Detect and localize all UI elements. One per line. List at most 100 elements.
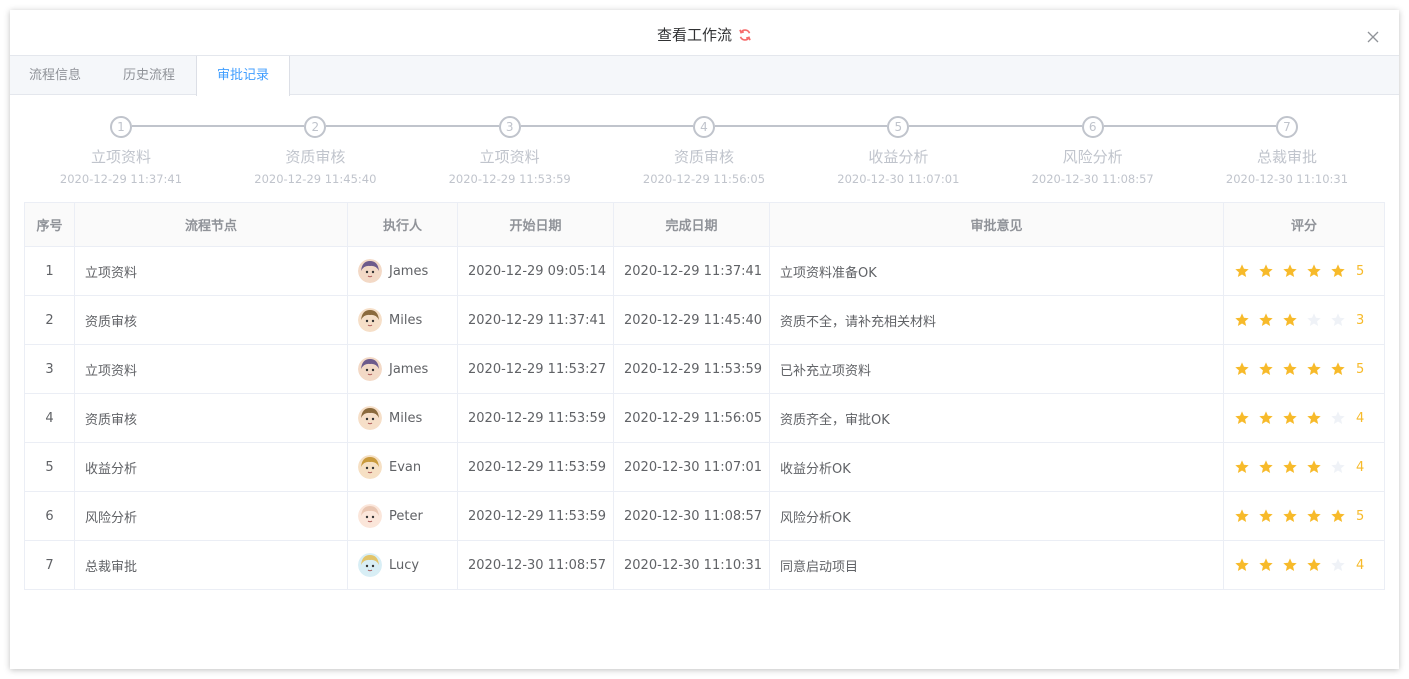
star-icon[interactable] — [1282, 508, 1298, 524]
star-icon[interactable] — [1258, 410, 1274, 426]
rating-stars[interactable]: 4 — [1234, 410, 1374, 426]
rating-stars[interactable]: 5 — [1234, 263, 1374, 279]
step-title: 收益分析 — [868, 148, 929, 166]
header-comment: 审批意见 — [769, 202, 1224, 247]
rating-text: 5 — [1356, 263, 1365, 279]
cell-end-date: 2020-12-30 11:07:01 — [613, 442, 770, 492]
step-item: 2 资质审核 2020-12-29 11:45:40 — [215, 116, 415, 187]
star-icon[interactable] — [1234, 459, 1250, 475]
star-icon[interactable] — [1330, 459, 1346, 475]
approval-table: 序号 流程节点 执行人 开始日期 完成日期 审批意见 评分 1 立项资料 James… — [24, 202, 1385, 590]
cell-executor: Peter — [347, 491, 458, 541]
workflow-dialog: 查看工作流 流程信息 历史流程 审批记录 1 立项资料 2020-12-29 11:… — [10, 10, 1399, 669]
star-icon[interactable] — [1330, 361, 1346, 377]
cell-end-date: 2020-12-29 11:45:40 — [613, 295, 770, 345]
header-node: 流程节点 — [74, 202, 348, 247]
star-icon[interactable] — [1234, 410, 1250, 426]
close-icon[interactable] — [1367, 28, 1379, 43]
rating-stars[interactable]: 5 — [1234, 361, 1374, 377]
step-number: 1 — [110, 116, 132, 138]
rating-stars[interactable]: 3 — [1234, 312, 1374, 328]
cell-start-date: 2020-12-29 09:05:14 — [457, 246, 614, 296]
rating-text: 4 — [1356, 557, 1365, 573]
star-icon[interactable] — [1258, 508, 1274, 524]
table-row[interactable]: 6 风险分析 Peter 2020-12-29 11:53:59 2020-12-30 … — [24, 491, 1385, 541]
executor-name: James — [389, 263, 429, 279]
star-icon[interactable] — [1330, 263, 1346, 279]
star-icon[interactable] — [1234, 557, 1250, 573]
cell-node: 资质审核 — [74, 295, 348, 345]
star-icon[interactable] — [1306, 263, 1322, 279]
star-icon[interactable] — [1306, 508, 1322, 524]
step-number: 6 — [1081, 116, 1104, 138]
rating-stars[interactable]: 4 — [1234, 557, 1374, 573]
refresh-icon[interactable] — [738, 28, 752, 42]
cell-executor: Lucy — [347, 540, 458, 590]
star-icon[interactable] — [1234, 312, 1250, 328]
star-icon[interactable] — [1306, 410, 1322, 426]
step-item: 1 立项资料 2020-12-29 11:37:41 — [21, 116, 221, 187]
star-icon[interactable] — [1258, 263, 1274, 279]
star-icon[interactable] — [1282, 459, 1298, 475]
avatar-icon — [358, 553, 382, 577]
rating-text: 4 — [1356, 410, 1365, 426]
tab-history[interactable]: 历史流程 — [102, 56, 196, 95]
cell-comment: 资质不全，请补充相关材料 — [769, 295, 1224, 345]
cell-executor: Miles — [347, 295, 458, 345]
cell-node: 立项资料 — [74, 344, 348, 394]
cell-executor: Miles — [347, 393, 458, 443]
star-icon[interactable] — [1306, 459, 1322, 475]
step-time: 2020-12-29 11:53:59 — [448, 172, 571, 186]
cell-index: 2 — [24, 295, 75, 345]
cell-start-date: 2020-12-29 11:37:41 — [457, 295, 614, 345]
rating-stars[interactable]: 4 — [1234, 459, 1374, 475]
avatar-icon — [358, 504, 382, 528]
tab-approval-records[interactable]: 审批记录 — [196, 56, 291, 96]
star-icon[interactable] — [1330, 312, 1346, 328]
star-icon[interactable] — [1282, 361, 1298, 377]
dialog-title: 查看工作流 — [657, 10, 752, 60]
star-icon[interactable] — [1330, 557, 1346, 573]
rating-text: 4 — [1356, 459, 1365, 475]
table-row[interactable]: 4 资质审核 Miles 2020-12-29 11:53:59 2020-12-29 … — [24, 393, 1385, 443]
step-number: 3 — [498, 116, 521, 138]
table-row[interactable]: 1 立项资料 James 2020-12-29 09:05:14 2020-12-29 … — [24, 246, 1385, 296]
star-icon[interactable] — [1306, 312, 1322, 328]
star-icon[interactable] — [1330, 410, 1346, 426]
star-icon[interactable] — [1330, 508, 1346, 524]
star-icon[interactable] — [1282, 312, 1298, 328]
steps-bar: 1 立项资料 2020-12-29 11:37:41 2 资质审核 2020-12-29 … — [10, 95, 1399, 203]
step-number: 2 — [304, 116, 327, 138]
star-icon[interactable] — [1306, 361, 1322, 377]
table-row[interactable]: 5 收益分析 Evan 2020-12-29 11:53:59 2020-12-30 1… — [24, 442, 1385, 492]
step-time: 2020-12-29 11:37:41 — [59, 172, 183, 186]
star-icon[interactable] — [1234, 361, 1250, 377]
rating-text: 3 — [1356, 312, 1365, 328]
cell-start-date: 2020-12-29 11:53:27 — [457, 344, 614, 394]
star-icon[interactable] — [1258, 312, 1274, 328]
star-icon[interactable] — [1234, 263, 1250, 279]
rating-stars[interactable]: 5 — [1234, 508, 1374, 524]
step-time: 2020-12-30 11:07:01 — [837, 172, 960, 186]
executor-name: Lucy — [389, 557, 420, 573]
table-row[interactable]: 2 资质审核 Miles 2020-12-29 11:37:41 2020-12-29 … — [24, 295, 1385, 345]
star-icon[interactable] — [1306, 557, 1322, 573]
tab-bar: 流程信息 历史流程 审批记录 — [10, 55, 1399, 96]
cell-end-date: 2020-12-29 11:37:41 — [613, 246, 770, 296]
star-icon[interactable] — [1234, 508, 1250, 524]
star-icon[interactable] — [1258, 459, 1274, 475]
cell-node: 立项资料 — [74, 246, 348, 296]
star-icon[interactable] — [1258, 557, 1274, 573]
cell-node: 收益分析 — [74, 442, 348, 492]
star-icon[interactable] — [1282, 263, 1298, 279]
star-icon[interactable] — [1282, 410, 1298, 426]
star-icon[interactable] — [1282, 557, 1298, 573]
tab-process-info[interactable]: 流程信息 — [10, 56, 102, 95]
cell-comment: 风险分析OK — [769, 491, 1224, 541]
header-index: 序号 — [24, 202, 75, 247]
cell-index: 1 — [24, 246, 75, 296]
table-row[interactable]: 7 总裁审批 Lucy 2020-12-30 11:08:57 2020-12-30 1… — [24, 540, 1385, 590]
table-row[interactable]: 3 立项资料 James 2020-12-29 11:53:27 2020-12-29 … — [24, 344, 1385, 394]
table-header-row: 序号 流程节点 执行人 开始日期 完成日期 审批意见 评分 — [24, 202, 1385, 247]
star-icon[interactable] — [1258, 361, 1274, 377]
